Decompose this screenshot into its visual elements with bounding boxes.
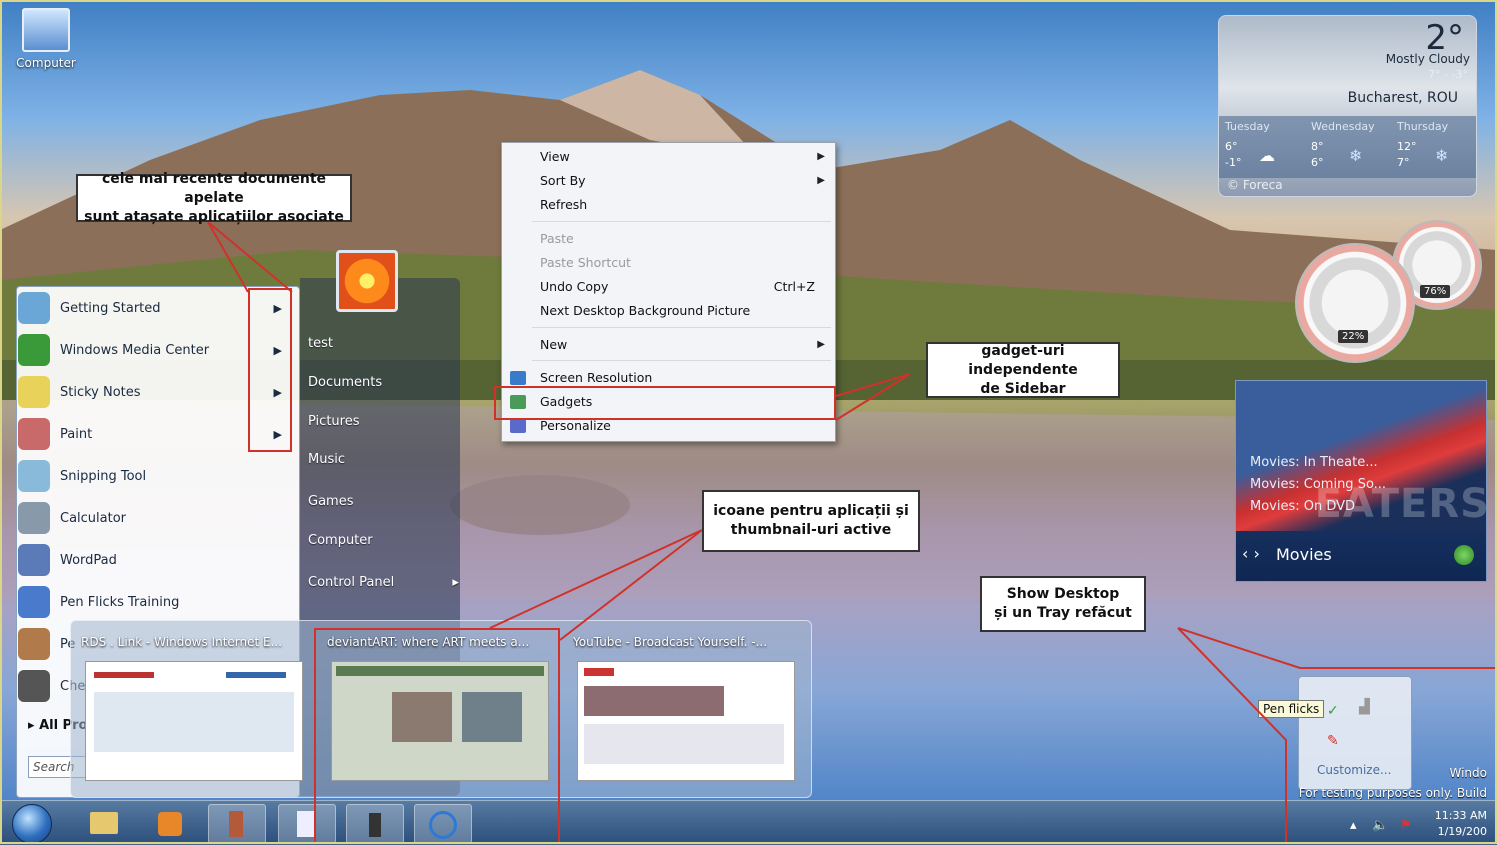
callout-gadgets: gadget-uri independente de Sidebar xyxy=(926,342,1120,398)
callout-line: sunt atașate aplicațiilor asociate xyxy=(84,208,344,225)
callout-line: Show Desktop xyxy=(1006,586,1120,602)
callout-line: thumbnail-uri active xyxy=(730,522,892,538)
callout-show-desktop: Show Desktop și un Tray refăcut xyxy=(980,576,1146,632)
callout-line: icoane pentru aplicații și xyxy=(713,503,909,519)
callout-line: cele mai recente documente apelate xyxy=(101,170,327,206)
callout-line: de Sidebar xyxy=(980,380,1066,397)
callout-thumbnails: icoane pentru aplicații și thumbnail-uri … xyxy=(702,490,920,552)
callout-line: gadget-uri independente xyxy=(968,342,1078,378)
callout-recent-docs: cele mai recente documente apelate sunt a… xyxy=(76,171,352,225)
annotation-lines xyxy=(207,221,1497,844)
callout-line: și un Tray refăcut xyxy=(994,605,1132,621)
